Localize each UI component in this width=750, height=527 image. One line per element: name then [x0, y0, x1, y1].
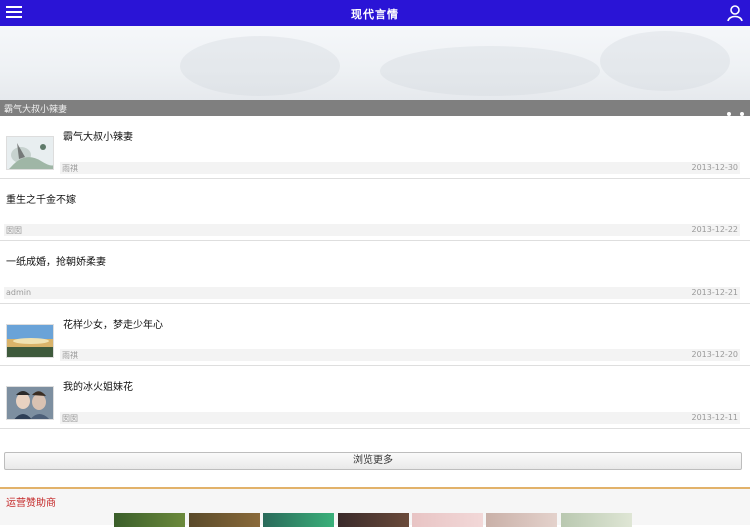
list-item[interactable]: 重生之千金不嫁 囡囡 2013-12-22	[0, 178, 750, 242]
article-meta: 雨祺 2013-12-30	[60, 161, 740, 174]
article-author: admin	[6, 287, 32, 297]
sponsor-label: 运营赞助商	[6, 498, 56, 509]
article-author: 囡囡	[6, 226, 22, 236]
banner-caption: 霸气大叔小辣妻	[4, 105, 68, 115]
sponsor-section: 运营赞助商	[0, 487, 750, 527]
article-meta: 囡囡 2013-12-11	[60, 411, 740, 424]
article-thumbnail[interactable]	[6, 136, 54, 170]
list-item[interactable]: 我的冰火姐妹花 囡囡 2013-12-11	[0, 366, 750, 429]
article-meta: 雨祺 2013-12-20	[60, 349, 740, 362]
list-item[interactable]: 霸气大叔小辣妻 雨祺 2013-12-30	[0, 116, 750, 179]
article-author: 囡囡	[62, 413, 78, 423]
banner-slider[interactable]	[0, 26, 750, 100]
article-meta: 囡囡 2013-12-22	[4, 224, 740, 237]
article-date: 2013-12-22	[691, 225, 739, 235]
article-title[interactable]: 花样少女，梦走少年心	[63, 316, 163, 331]
article-date: 2013-12-21	[691, 287, 739, 297]
list-item[interactable]: 一纸成婚，抢朝娇柔妻 admin 2013-12-21	[0, 241, 750, 304]
article-date: 2013-12-30	[691, 162, 739, 172]
article-list: 霸气大叔小辣妻 雨祺 2013-12-30 重生之千金不嫁 囡囡 2013-12…	[0, 116, 750, 429]
user-icon[interactable]	[726, 4, 744, 22]
article-thumbnail[interactable]	[6, 323, 54, 358]
article-title[interactable]: 我的冰火姐妹花	[63, 378, 133, 393]
article-author: 雨祺	[62, 351, 78, 361]
article-meta: admin 2013-12-21	[4, 286, 740, 299]
article-title[interactable]: 一纸成婚，抢朝娇柔妻	[6, 253, 106, 268]
browse-more-button[interactable]: 浏览更多	[4, 452, 742, 470]
article-title[interactable]: 重生之千金不嫁	[6, 191, 76, 206]
article-date: 2013-12-20	[691, 350, 739, 360]
article-thumbnail[interactable]	[6, 386, 54, 421]
top-bar: 现代言情	[0, 0, 750, 26]
page-title: 现代言情	[351, 8, 399, 21]
list-item[interactable]: 花样少女，梦走少年心 雨祺 2013-12-20	[0, 303, 750, 367]
article-title[interactable]: 霸气大叔小辣妻	[63, 128, 133, 143]
article-author: 雨祺	[62, 163, 78, 173]
article-date: 2013-12-11	[691, 412, 739, 422]
banner-caption-bar: 霸气大叔小辣妻	[0, 100, 750, 116]
